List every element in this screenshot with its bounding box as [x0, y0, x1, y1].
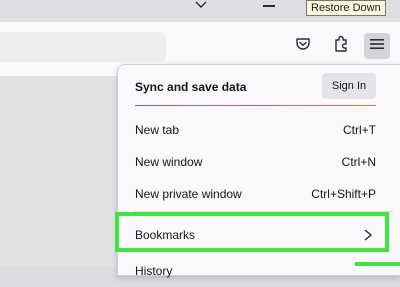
sync-title: Sync and save data: [135, 80, 247, 94]
highlight-fragment: [355, 262, 400, 266]
menu-item-label: New private window: [135, 187, 242, 201]
puzzle-piece-icon: [333, 35, 349, 58]
menu-item-new-private-window[interactable]: New private window Ctrl+Shift+P: [118, 178, 400, 210]
menu-item-shortcut: Ctrl+Shift+P: [311, 187, 376, 201]
sync-row: Sync and save data Sign In: [118, 65, 400, 107]
menu-item-label: New window: [135, 155, 203, 169]
bookmarks-highlight-box: [115, 212, 389, 252]
menu-item-label: New tab: [135, 123, 180, 137]
menu-item-shortcut: Ctrl+T: [343, 123, 376, 137]
extensions-button[interactable]: [328, 33, 354, 59]
sync-accent-line: [135, 105, 376, 106]
minimize-icon[interactable]: [263, 5, 275, 7]
menu-item-label: History: [135, 264, 173, 278]
menu-item-new-window[interactable]: New window Ctrl+N: [118, 146, 400, 178]
menu-item-shortcut: Ctrl+N: [341, 155, 376, 169]
pocket-icon: [295, 36, 311, 57]
menu-item-history[interactable]: History: [118, 255, 400, 287]
pocket-button[interactable]: [290, 33, 316, 59]
app-menu-button[interactable]: [364, 33, 390, 59]
address-bar[interactable]: [0, 32, 166, 62]
chevron-down-icon[interactable]: [193, 0, 209, 14]
restore-down-tooltip: Restore Down: [306, 0, 386, 16]
hamburger-menu-icon: [370, 37, 384, 55]
menu-item-new-tab[interactable]: New tab Ctrl+T: [118, 114, 400, 146]
sign-in-button[interactable]: Sign In: [322, 73, 376, 99]
